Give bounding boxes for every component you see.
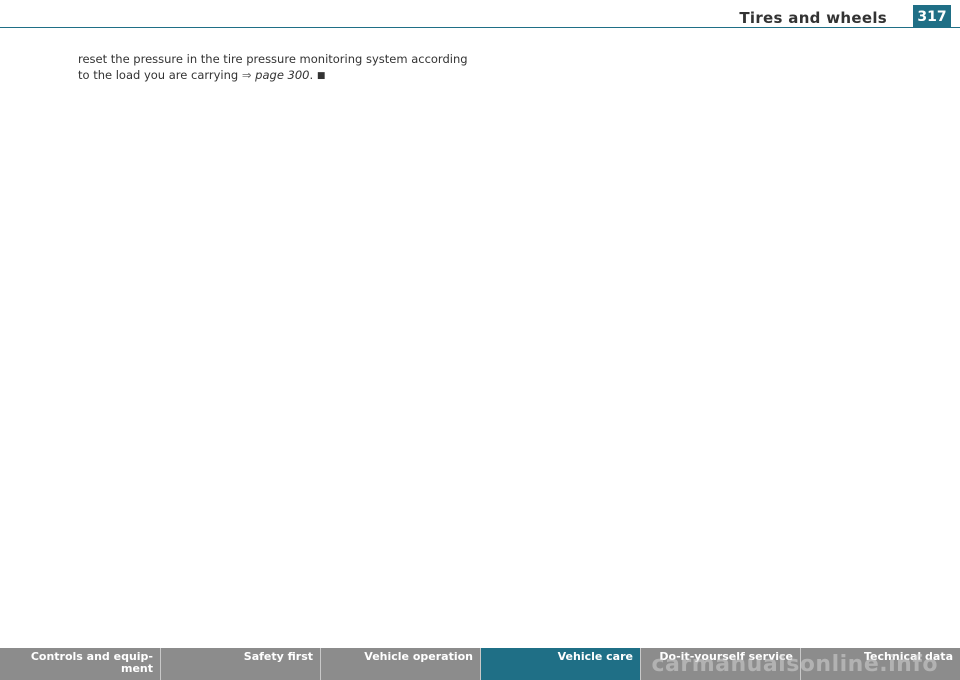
tab-label: Controls and equip- ment (30, 650, 153, 675)
section-title: Tires and wheels (739, 9, 887, 27)
tab-vehicle-operation[interactable]: Vehicle operation (321, 648, 481, 680)
page-reference-link[interactable]: page 300 (255, 68, 309, 82)
tab-vehicle-care[interactable]: Vehicle care (481, 648, 641, 680)
tab-label: Do-it-yourself service (659, 650, 793, 663)
body-paragraph: reset the pressure in the tire pressure … (78, 52, 498, 84)
body-line-2-prefix: to the load you are carrying (78, 67, 242, 82)
tab-label: Safety first (243, 650, 313, 663)
page-number: 317 (913, 5, 951, 28)
section-end-icon: ■ (316, 70, 326, 81)
chapter-navigation-bar: Controls and equip- ment Safety first Ve… (0, 648, 960, 680)
tab-technical-data[interactable]: Technical data (801, 648, 960, 680)
tab-label: Vehicle care (557, 650, 633, 663)
header-rule (0, 27, 960, 28)
body-line-1: reset the pressure in the tire pressure … (78, 52, 468, 66)
tab-do-it-yourself-service[interactable]: Do-it-yourself service (641, 648, 801, 680)
tab-label: Vehicle operation (364, 650, 473, 663)
reference-arrow-icon: ⇒ (241, 67, 252, 82)
tab-controls-and-equipment[interactable]: Controls and equip- ment (0, 648, 161, 680)
tab-safety-first[interactable]: Safety first (161, 648, 321, 680)
body-line-2-suffix: . (309, 67, 317, 82)
tab-label: Technical data (864, 650, 953, 663)
